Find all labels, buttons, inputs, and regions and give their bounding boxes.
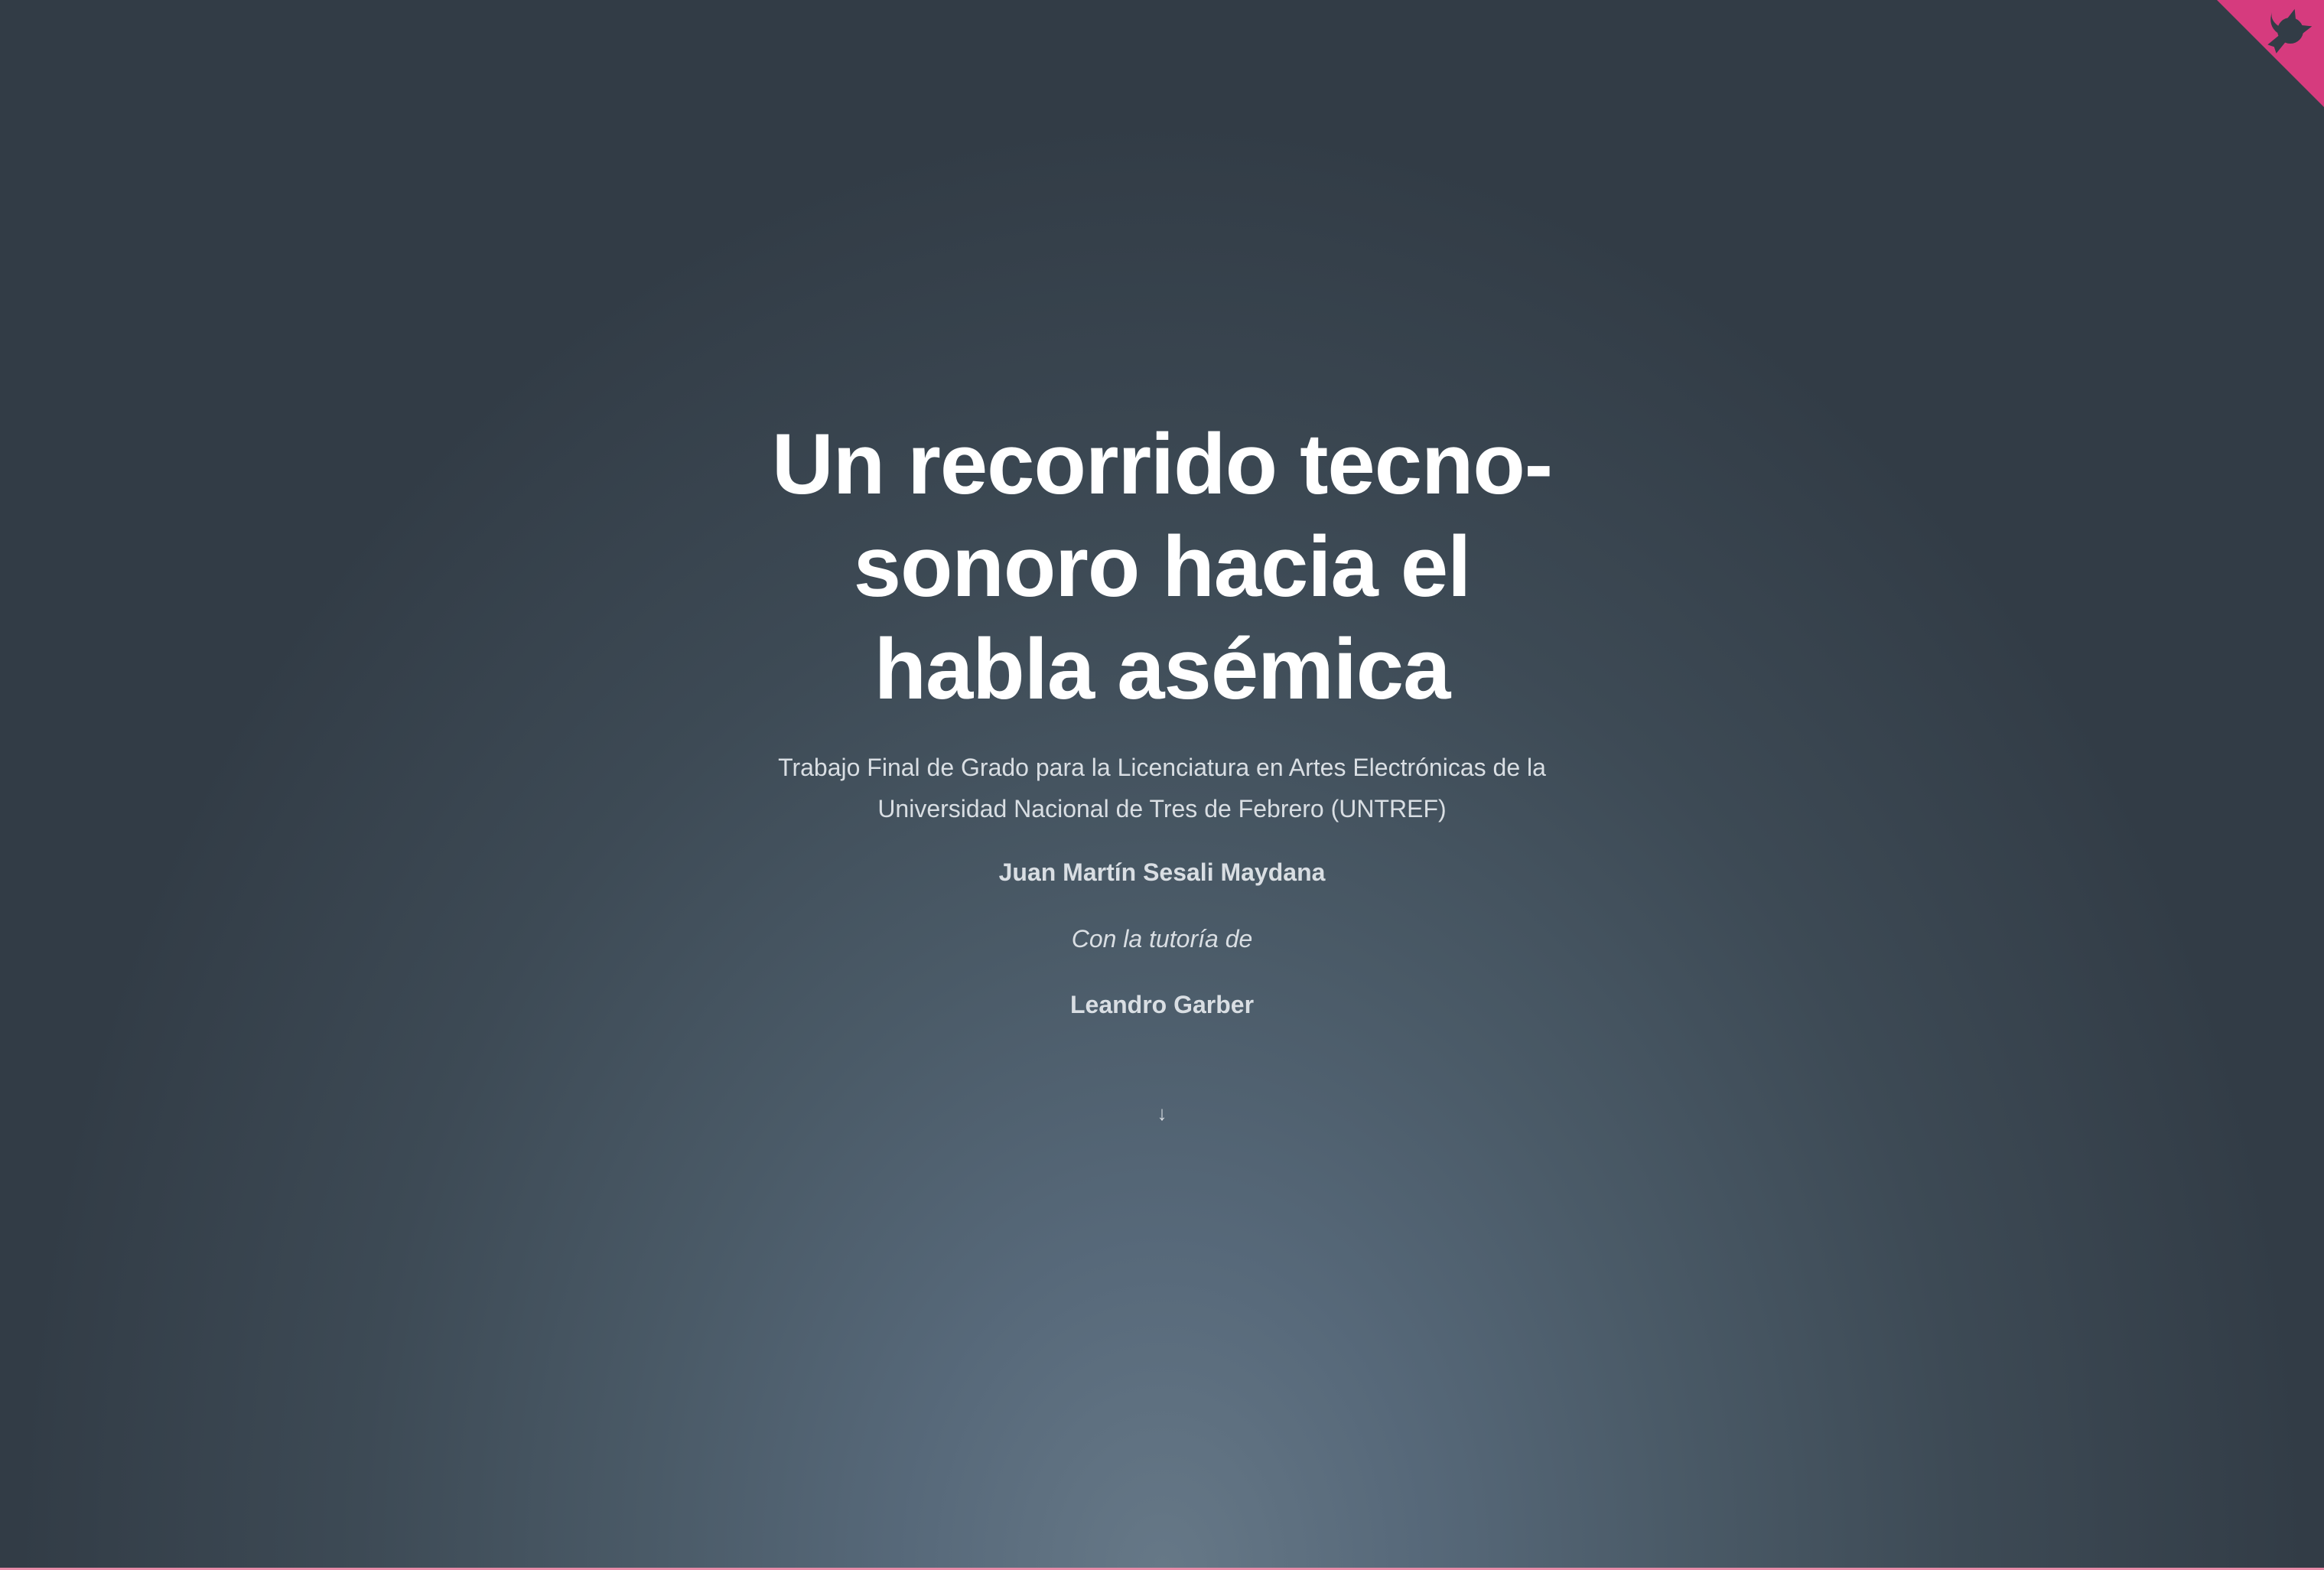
author-name: Juan Martín Sesali Maydana (998, 858, 1326, 886)
page-title: Un recorrido tecno-sonoro hacia el habla… (771, 416, 1553, 717)
scroll-down-arrow-icon[interactable]: ↓ (1139, 1094, 1185, 1132)
tutor-name: Leandro Garber (1069, 991, 1255, 1018)
tutor-intro: Con la tutoría de (1071, 925, 1253, 953)
subtitle: Trabajo Final de Grado para la Licenciat… (778, 754, 1546, 822)
github-octocat-icon (2217, 0, 2324, 107)
github-corner-link[interactable] (2217, 0, 2324, 107)
